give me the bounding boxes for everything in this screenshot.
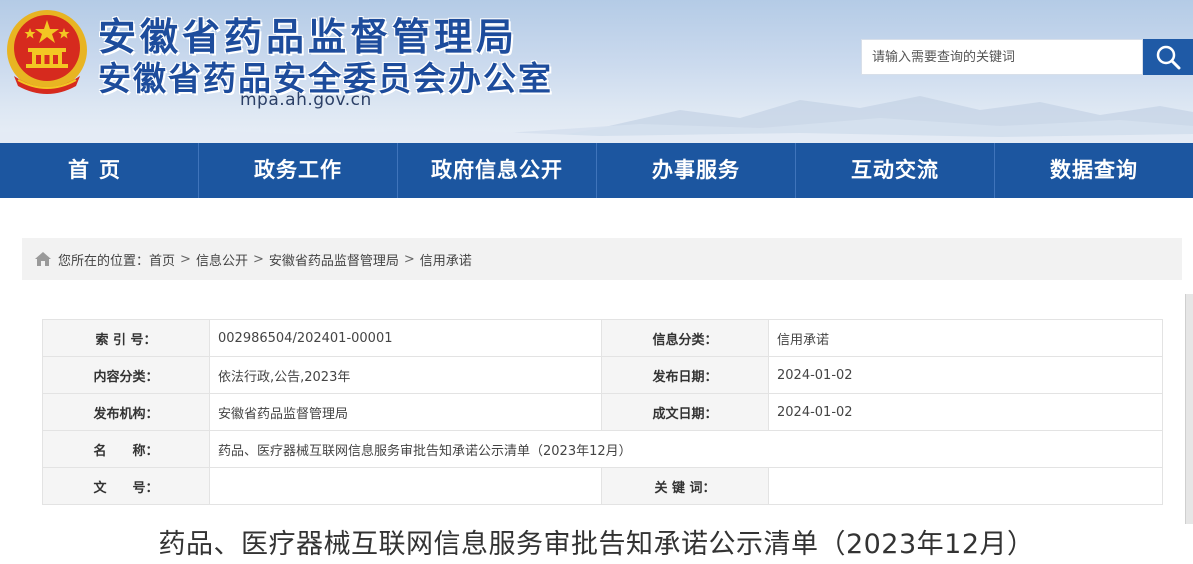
publish-date-label: 发布日期： <box>601 356 769 394</box>
search-input[interactable] <box>861 39 1143 75</box>
keywords-value <box>768 467 1163 505</box>
home-icon <box>34 251 52 267</box>
search-icon <box>1156 45 1181 70</box>
document-info-table: 索 引 号： 002986504/202401-00001 信息分类： 信用承诺… <box>42 319 1163 505</box>
breadcrumb-separator: > <box>403 251 415 267</box>
document-number-value <box>209 467 602 505</box>
breadcrumb-link-bureau[interactable]: 安徽省药品监督管理局 <box>269 250 399 269</box>
search-button[interactable] <box>1143 39 1193 75</box>
nav-item-information-disclosure[interactable]: 政府信息公开 <box>397 143 596 198</box>
nav-item-home[interactable]: 首页 <box>0 143 198 198</box>
document-name-value: 药品、医疗器械互联网信息服务审批告知承诺公示清单（2023年12月） <box>209 430 1163 468</box>
publisher-value: 安徽省药品监督管理局 <box>209 393 602 431</box>
info-category-value: 信用承诺 <box>768 319 1163 357</box>
table-row: 文 号： 关 键 词： <box>42 467 1163 505</box>
breadcrumb: 您所在的位置： 首页 > 信息公开 > 安徽省药品监督管理局 > 信用承诺 <box>22 238 1182 280</box>
national-emblem-icon <box>7 10 87 94</box>
publish-date-value: 2024-01-02 <box>768 356 1163 394</box>
nav-item-data-query[interactable]: 数据查询 <box>994 143 1193 198</box>
table-row: 名 称： 药品、医疗器械互联网信息服务审批告知承诺公示清单（2023年12月） <box>42 430 1163 468</box>
site-header: 安徽省药品监督管理局 安徽省药品安全委员会办公室 mpa.ah.gov.cn <box>0 0 1193 143</box>
publisher-label: 发布机构： <box>42 393 210 431</box>
breadcrumb-link-credit-commitment[interactable]: 信用承诺 <box>420 250 472 269</box>
created-date-label: 成文日期： <box>601 393 769 431</box>
table-row: 索 引 号： 002986504/202401-00001 信息分类： 信用承诺 <box>42 319 1163 357</box>
scrollbar[interactable] <box>1185 294 1193 524</box>
breadcrumb-prefix: 您所在的位置： <box>58 253 150 269</box>
created-date-value: 2024-01-02 <box>768 393 1163 431</box>
breadcrumb-link-home[interactable]: 首页 <box>149 250 175 269</box>
content-type-value: 依法行政,公告,2023年 <box>209 356 602 394</box>
nav-item-government-affairs[interactable]: 政务工作 <box>198 143 397 198</box>
index-number-label: 索 引 号： <box>42 319 210 357</box>
info-category-label: 信息分类： <box>601 319 769 357</box>
main-nav: 首页 政务工作 政府信息公开 办事服务 互动交流 数据查询 <box>0 143 1193 198</box>
nav-item-services[interactable]: 办事服务 <box>596 143 795 198</box>
table-row: 发布机构： 安徽省药品监督管理局 成文日期： 2024-01-02 <box>42 393 1163 431</box>
breadcrumb-link-info-disclosure[interactable]: 信息公开 <box>196 250 248 269</box>
document-name-label: 名 称： <box>42 430 210 468</box>
content-type-label: 内容分类： <box>42 356 210 394</box>
table-row: 内容分类： 依法行政,公告,2023年 发布日期： 2024-01-02 <box>42 356 1163 394</box>
article-title: 药品、医疗器械互联网信息服务审批告知承诺公示清单（2023年12月） <box>158 529 1035 560</box>
nav-item-interaction[interactable]: 互动交流 <box>795 143 994 198</box>
site-domain: mpa.ah.gov.cn <box>240 90 372 110</box>
index-number-value: 002986504/202401-00001 <box>209 319 602 357</box>
document-number-label: 文 号： <box>42 467 210 505</box>
breadcrumb-separator: > <box>252 251 264 267</box>
keywords-label: 关 键 词： <box>601 467 769 505</box>
breadcrumb-separator: > <box>180 251 191 267</box>
